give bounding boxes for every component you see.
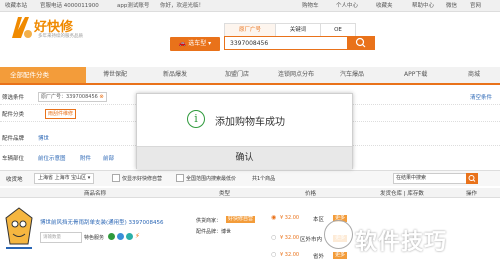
logo-tagline: 多年来持续的服务品质 (38, 34, 83, 39)
price-radio-3[interactable]: ○ (271, 251, 276, 258)
part-brand-text: 配件品牌：博世 (196, 229, 232, 235)
welcome-text: 你好，欢迎光临！ (160, 3, 205, 9)
location-bar: 收货地 上海省 上海市 宝山区 ▾ 仅显示好快修自营 全国范围内搜索最低价 共1… (0, 170, 500, 186)
position-link-diagram[interactable]: 前位示意图 (38, 154, 66, 162)
position-link-front[interactable]: 前部 (103, 154, 114, 162)
location-select[interactable]: 上海省 上海市 宝山区 ▾ (34, 173, 95, 184)
price-radio-1[interactable]: ◉ (271, 214, 276, 221)
nav-item-mall[interactable]: 商城 (468, 67, 480, 83)
dialog-confirm-button[interactable]: 确认 (137, 146, 352, 169)
member-center-link[interactable]: 个人中心 (336, 1, 358, 9)
watermark-text: 软件技巧 (355, 230, 448, 255)
col-actions: 操作 (466, 191, 478, 197)
col-product-name: 商品名称 (84, 191, 107, 197)
price-value-2: ¥ 32.00 (280, 235, 300, 241)
search-button[interactable] (348, 36, 375, 50)
nav-item-bosch[interactable]: 博世保配 (103, 67, 127, 83)
search-icon (468, 175, 476, 182)
nav-item-branches[interactable]: 连锁网点分布 (278, 67, 314, 83)
info-icon: i (187, 110, 205, 128)
help-center-link[interactable]: 帮助中心 (412, 1, 434, 9)
nationwide-label: 全国范围内搜索最低价 (186, 176, 237, 182)
filter-brand-label: 配件品牌 (2, 136, 25, 142)
lightning-icon: ⚡ (135, 232, 140, 240)
supplier-chip[interactable]: 好快修自营 (226, 216, 256, 223)
only-self-checkbox[interactable] (112, 174, 120, 182)
official-site-link[interactable]: 官网 (470, 1, 481, 9)
search-tab-oem[interactable]: 原厂广号 (224, 23, 276, 36)
close-icon[interactable]: ⊗ (99, 94, 103, 100)
warranty-badge-icon (117, 233, 124, 240)
filter-position-label: 车辆部位 (2, 156, 25, 162)
result-count: 共1个商品 (252, 176, 276, 182)
add-to-cart-dialog: i 添加购物车成功 确认 (136, 93, 353, 169)
search-in-results-button[interactable] (466, 173, 478, 184)
price-value-1: ¥ 32.00 (280, 215, 300, 221)
supplier-label: 供货商家： (196, 218, 222, 224)
product-image[interactable] (2, 204, 36, 254)
filter-selected-label: 筛选条件 (2, 95, 25, 101)
dialog-message: 添加购物车成功 (215, 117, 285, 128)
warehouse-2: 区外市内 (300, 237, 323, 243)
quantity-input[interactable]: 请输数量 (40, 232, 82, 243)
location-value: 上海省 上海市 宝山区 (38, 175, 87, 181)
car-icon: 🚗 (178, 40, 187, 47)
search-tab-oe[interactable]: OE (320, 23, 356, 36)
col-warehouse-stock: 发货仓库 | 库存数 (380, 191, 424, 197)
more-button-3[interactable]: 更多 (333, 252, 348, 259)
all-categories-menu[interactable]: 全部配件分类 (0, 67, 86, 83)
category-chip[interactable]: 雨刮件维修 (45, 109, 77, 119)
wechat-link[interactable]: 微信 (446, 1, 457, 9)
table-header: 商品名称 类型 价格 发货仓库 | 库存数 操作 (0, 188, 500, 198)
search-in-results-input[interactable]: 在结果中搜索 (393, 173, 469, 184)
chevron-down-icon: ▾ (208, 40, 212, 47)
top-bar: 收藏本站 官服电话 4000011900 app测试账号 你好，欢迎光临！ 购物… (0, 0, 500, 12)
main-nav: 全部配件分类 博世保配 新品爆发 加盟门店 连锁网点分布 汽车爆品 APP下载 … (0, 67, 500, 85)
brand-bosch-link[interactable]: 博世 (38, 134, 49, 142)
nav-item-app[interactable]: APP下载 (404, 67, 427, 83)
cart-link[interactable]: 购物车 (302, 1, 319, 9)
only-self-label: 仅显示好快修自营 (122, 176, 163, 182)
product-name-link[interactable]: 博世前风挡无骨雨刮单支装(通用型) 3397008456 (40, 218, 164, 226)
clear-filters-link[interactable]: 清空条件 (470, 93, 492, 101)
nav-item-new[interactable]: 新品爆发 (163, 67, 187, 83)
filter-category-label: 配件分类 (2, 112, 25, 118)
warehouse-3: 省外 (313, 254, 325, 260)
selected-filter-chip[interactable]: 原厂广号：3397008456 ⊗ (38, 92, 107, 102)
selected-filter-text: 原厂广号：3397008456 (41, 94, 98, 100)
favorite-site-link[interactable]: 收藏本站 (5, 1, 27, 9)
select-vehicle-button[interactable]: 🚗 选车型 ▾ (170, 37, 220, 51)
favorites-link[interactable]: 收藏夹 (376, 1, 393, 9)
ship-to-label: 收货地 (6, 177, 23, 183)
account-name[interactable]: app测试账号 (117, 1, 149, 9)
price-value-3: ¥ 32.00 (280, 252, 300, 258)
logo-icon[interactable] (9, 14, 34, 41)
delivery-badge-icon (126, 233, 133, 240)
nav-item-hot[interactable]: 汽车爆品 (340, 67, 364, 83)
service-badge-icon (108, 233, 115, 240)
nationwide-checkbox[interactable] (176, 174, 184, 182)
service-phone: 官服电话 4000011900 (40, 3, 99, 9)
col-price: 价格 (305, 191, 317, 197)
price-radio-2[interactable]: ○ (271, 234, 276, 241)
warehouse-1: 本区 (313, 217, 325, 223)
watermark-logo-icon (324, 220, 353, 249)
col-type[interactable]: 类型 (219, 189, 230, 197)
special-service-label: 特色服务 (84, 235, 105, 241)
search-input[interactable]: 3397008456 (224, 36, 348, 50)
chevron-down-icon: ▾ (87, 175, 91, 181)
position-link-accessory[interactable]: 附件 (80, 154, 91, 162)
search-icon (355, 37, 366, 48)
nav-item-franchise[interactable]: 加盟门店 (225, 67, 249, 83)
select-vehicle-label: 选车型 (188, 40, 207, 47)
search-tab-keyword[interactable]: 关键词 (275, 23, 321, 36)
